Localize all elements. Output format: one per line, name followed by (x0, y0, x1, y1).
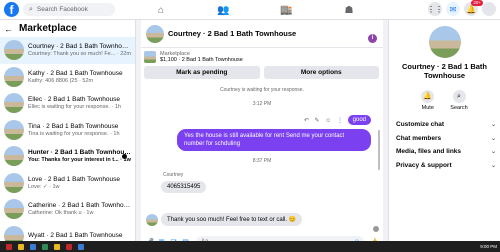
avatar[interactable] (482, 2, 496, 16)
app-icon[interactable] (78, 243, 84, 250)
conversation-name: Courtney · 2 Bad 1 Bath Townhouse (28, 43, 131, 51)
sent-message[interactable]: good (347, 115, 371, 125)
mark-as-pending-button[interactable]: Mark as pending (144, 66, 260, 79)
menu-label: Chat members (396, 134, 442, 142)
conversation-name: Love · 2 Bad 1 Bath Townhouse (28, 175, 121, 183)
app-icon[interactable] (30, 243, 36, 250)
app-icon[interactable] (6, 243, 12, 250)
privacy-support-item[interactable]: Privacy & support ⌄ (389, 159, 500, 173)
listing-price: $1,100 · 2 Bad 1 Bath Townhouse (160, 57, 243, 63)
conversation-item[interactable]: Ellec · 2 Bad 1 Bath Townhouse Ellec is w… (0, 90, 135, 117)
listing-card: Marketplace $1,100 · 2 Bad 1 Bath Townho… (144, 51, 379, 84)
facebook-logo[interactable]: f (4, 2, 19, 17)
search-button[interactable]: ⌕ Search (450, 90, 468, 111)
chevron-down-icon: ⌄ (490, 162, 496, 169)
search-icon: ⌕ (452, 90, 466, 103)
chat-title[interactable]: Courtney · 2 Bad 1 Bath Townhouse (168, 29, 296, 38)
main-nav: ⌂ 👥 🏬 ☗ (150, 0, 360, 20)
groups-icon[interactable]: ☗ (338, 5, 360, 16)
sender-name: Courtney (163, 172, 184, 178)
search-icon: ⌕ (29, 5, 33, 13)
conversation-item[interactable]: Love · 2 Bad 1 Bath Townhouse Love: ✓ · 1… (0, 170, 135, 197)
sent-message[interactable]: Yes the house is still available for ren… (177, 129, 371, 151)
timestamp: 8:37 PM (252, 158, 272, 164)
listing-thumbnail (4, 199, 24, 220)
listing-thumbnail (4, 119, 24, 140)
chevron-down-icon: ⌄ (490, 122, 496, 129)
listing-thumbnail (4, 93, 24, 114)
chat-panel: Courtney · 2 Bad 1 Bath Townhouse i Mark… (141, 20, 383, 252)
system-note: Courtney is waiting for your response. (220, 87, 304, 93)
messenger-icon[interactable]: ✉ (446, 2, 460, 16)
chat-members-item[interactable]: Chat members ⌄ (389, 132, 500, 146)
received-message[interactable]: Thank you soo much! Feel free to text or… (161, 213, 303, 226)
listing-avatar[interactable] (428, 26, 461, 58)
app-icon[interactable] (18, 243, 24, 250)
menu-grid-icon[interactable]: ⋮⋮ (427, 2, 443, 16)
received-message[interactable]: 4065315495 (161, 181, 207, 193)
conversation-name: Hunter · 2 Bad 1 Bath Townhouse (28, 149, 131, 157)
listing-thumbnail (4, 40, 24, 61)
conversation-snippet: Love: ✓ · 1w (28, 183, 60, 190)
conversation-item[interactable]: Kathy · 2 Bad 1 Bath Townhouse Kathy: 406… (0, 64, 135, 91)
sender-avatar (146, 214, 158, 226)
chevron-down-icon: ⌄ (490, 135, 496, 142)
menu-label: Privacy & support (396, 161, 452, 169)
mute-label: Mute (421, 105, 434, 111)
conversation-snippet: Tina is waiting for your response. · 1h (28, 130, 120, 137)
conversation-snippet: Courtney: Thank you so much! Fe... · 22m (28, 51, 131, 58)
chevron-down-icon: ⌄ (490, 149, 496, 156)
taskbar-clock[interactable]: 9:00 PM (480, 244, 497, 249)
marketplace-icon[interactable]: 🏬 (275, 5, 297, 16)
conversation-snippet: Kathy: 406 8806 (25 · 52m (28, 77, 94, 84)
conversation-name: Ellec · 2 Bad 1 Bath Townhouse (28, 96, 121, 104)
scrollbar[interactable] (378, 130, 380, 170)
app-icon[interactable] (66, 243, 72, 250)
conversation-name: Wyatt · 2 Bad 1 Bath Townhouse (28, 232, 123, 240)
notifications-icon[interactable]: 🔔 20+ (464, 0, 483, 16)
info-icon[interactable]: i (368, 34, 377, 43)
details-title: Courtney · 2 Bad 1 Bath Townhouse (401, 62, 487, 80)
search-input[interactable]: ⌕ Search Facebook (23, 3, 115, 16)
app-icon[interactable] (54, 243, 60, 250)
mute-button[interactable]: 🔔 Mute (421, 90, 435, 111)
message-thread: Courtney is waiting for your response. 3… (141, 86, 383, 232)
conversation-snippet: You: Thanks for your interest in t... · … (28, 157, 131, 164)
conversation-item[interactable]: Catherine · 2 Bad 1 Bath Townhouse Cather… (0, 196, 135, 223)
customize-chat-item[interactable]: Customize chat ⌄ (389, 118, 500, 132)
listing-thumbnail (4, 66, 24, 87)
app-icon[interactable] (42, 243, 48, 250)
menu-label: Media, files and links (396, 148, 462, 156)
conversation-item[interactable]: Tina · 2 Bad 1 Bath Townhouse Tina is wai… (0, 117, 135, 144)
listing-thumbnail (144, 51, 156, 63)
marketplace-conversation-list: ← Marketplace Courtney · 2 Bad 1 Bath To… (0, 20, 136, 252)
menu-label: Customize chat (396, 121, 445, 129)
os-taskbar: 9:00 PM (0, 241, 500, 252)
search-label: Search (450, 105, 468, 111)
friends-icon[interactable]: 👥 (213, 5, 235, 16)
search-placeholder: Search Facebook (36, 6, 88, 13)
home-icon[interactable]: ⌂ (150, 5, 172, 16)
top-navigation-bar: f ⌕ Search Facebook ⌂ 👥 🏬 ☗ ⋮⋮ ✉ 🔔 20+ (0, 0, 500, 20)
listing-thumbnail (4, 146, 24, 167)
conversation-item[interactable]: Courtney · 2 Bad 1 Bath Townhouse Courtne… (0, 37, 135, 64)
back-arrow-icon[interactable]: ← (4, 24, 13, 34)
unread-dot (122, 154, 127, 159)
timestamp: 3:12 PM (252, 101, 272, 107)
conversation-name: Catherine · 2 Bad 1 Bath Townhouse (28, 202, 131, 210)
conversation-snippet: Ellec is waiting for your response. · 1h (28, 104, 121, 111)
conversation-snippet: Catherine: Ok thank u · 1w (28, 210, 94, 217)
conversation-details-panel: Courtney · 2 Bad 1 Bath Townhouse 🔔 Mute… (388, 20, 500, 252)
listing-thumbnail (4, 172, 24, 193)
conversation-item[interactable]: Hunter · 2 Bad 1 Bath Townhouse You: Than… (0, 143, 135, 170)
page-title: Marketplace (19, 23, 77, 34)
conversation-name: Tina · 2 Bad 1 Bath Townhouse (28, 122, 119, 130)
message-actions[interactable]: ↶ ✎ ☺ ⋮ (304, 117, 345, 124)
media-files-item[interactable]: Media, files and links ⌄ (389, 145, 500, 159)
chat-avatar[interactable] (146, 24, 164, 43)
notification-badge: 20+ (471, 0, 483, 6)
conversation-name: Kathy · 2 Bad 1 Bath Townhouse (28, 69, 123, 77)
more-options-button[interactable]: More options (263, 66, 379, 79)
bell-icon: 🔔 (421, 90, 435, 103)
